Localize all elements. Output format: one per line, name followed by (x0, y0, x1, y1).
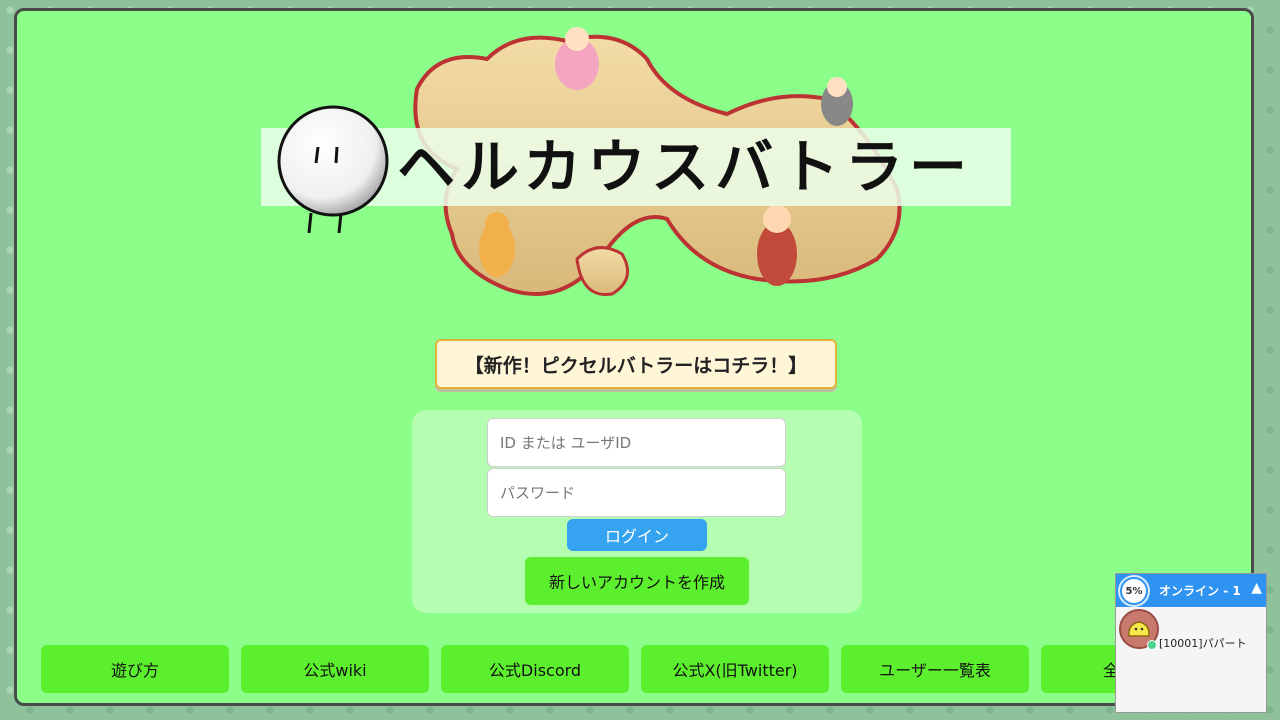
game-title: ヘルカウスバトラー (397, 133, 974, 201)
create-account-button[interactable]: 新しいアカウントを作成 (525, 557, 749, 605)
user-id-input[interactable] (487, 418, 786, 467)
online-header[interactable]: 5% オンライン - 1 ▲ (1116, 574, 1266, 607)
password-input[interactable] (487, 468, 786, 517)
online-title: オンライン - 1 (1159, 584, 1241, 598)
nav-user-list[interactable]: ユーザー一覧表 (841, 645, 1029, 693)
online-user-row[interactable]: [10001]パパート (1116, 607, 1266, 651)
login-panel: ログイン 新しいアカウントを作成 (412, 410, 862, 613)
new-game-banner[interactable]: 【新作！ピクセルバトラーはコチラ！】 (435, 339, 837, 389)
progress-percent: 5% (1120, 577, 1148, 605)
online-widget: 5% オンライン - 1 ▲ [10001]パパート (1115, 573, 1267, 713)
caret-up-icon[interactable]: ▲ (1251, 580, 1262, 596)
online-user-name: [10001]パパート (1159, 637, 1247, 650)
online-status-dot (1147, 640, 1157, 650)
nav-official-discord[interactable]: 公式Discord (441, 645, 629, 693)
nav-official-x[interactable]: 公式X(旧Twitter) (641, 645, 829, 693)
mascot-ball (277, 105, 389, 234)
nav-official-wiki[interactable]: 公式wiki (241, 645, 429, 693)
main-frame: ヘルカウスバトラー 【新作！ピクセルバトラーはコチラ！】 ログイン 新しいアカウ… (14, 8, 1254, 706)
login-button[interactable]: ログイン (567, 519, 707, 551)
nav-how-to-play[interactable]: 遊び方 (41, 645, 229, 693)
pudding-icon (1128, 621, 1150, 637)
